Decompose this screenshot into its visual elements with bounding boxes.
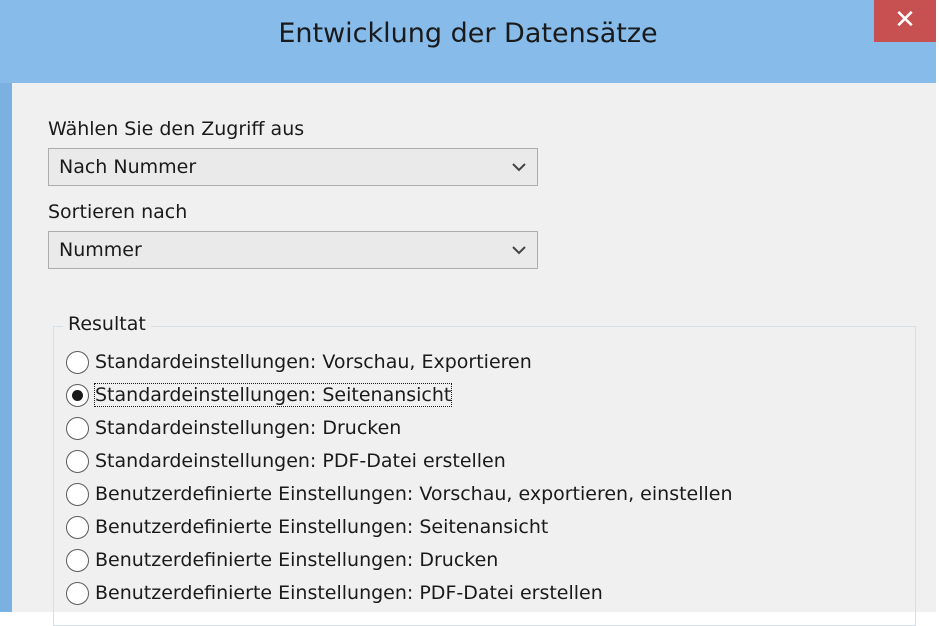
result-option[interactable]: Benutzerdefinierte Einstellungen: Vorsch… [66,479,733,509]
access-label: Wählen Sie den Zugriff aus [48,118,305,140]
dialog-window: Entwicklung der Datensätze ✕ Wählen Sie … [0,0,936,626]
radio-button[interactable] [66,581,89,605]
result-option[interactable]: Standardeinstellungen: PDF-Datei erstell… [66,446,506,476]
result-option[interactable]: Standardeinstellungen: Vorschau, Exporti… [66,347,532,377]
chevron-down-icon [512,246,526,255]
result-option-label: Standardeinstellungen: Seitenansicht [93,383,453,407]
radio-button[interactable] [66,350,89,374]
result-option[interactable]: Standardeinstellungen: Drucken [66,413,401,443]
radio-button[interactable] [66,482,89,506]
result-option-label: Standardeinstellungen: Vorschau, Exporti… [95,351,532,373]
result-option[interactable]: Benutzerdefinierte Einstellungen: Seiten… [66,512,548,542]
result-option-label: Benutzerdefinierte Einstellungen: Vorsch… [95,483,733,505]
radio-button[interactable] [66,416,89,440]
sort-dropdown-value: Nummer [59,239,142,261]
sort-dropdown[interactable]: Nummer [48,231,538,269]
title-bar[interactable]: Entwicklung der Datensätze ✕ [0,0,936,83]
radio-button[interactable] [66,548,89,572]
access-dropdown[interactable]: Nach Nummer [48,148,538,186]
close-icon: ✕ [894,5,916,35]
result-option[interactable]: Benutzerdefinierte Einstellungen: Drucke… [66,545,498,575]
radio-button-selected[interactable] [66,383,89,407]
radio-button[interactable] [66,449,89,473]
result-option-label: Benutzerdefinierte Einstellungen: Seiten… [95,516,549,538]
dialog-content: Wählen Sie den Zugriff aus Nach Nummer S… [12,83,936,626]
result-option[interactable]: Benutzerdefinierte Einstellungen: PDF-Da… [66,578,603,608]
result-option[interactable]: Standardeinstellungen: Seitenansicht [66,380,453,410]
access-dropdown-value: Nach Nummer [59,156,197,178]
chevron-down-icon [512,163,526,172]
result-option-label: Standardeinstellungen: Drucken [95,417,402,439]
close-button[interactable]: ✕ [874,0,936,42]
result-group-label: Resultat [63,313,151,335]
radio-button[interactable] [66,515,89,539]
result-option-label: Benutzerdefinierte Einstellungen: Drucke… [95,549,499,571]
result-option-label: Standardeinstellungen: PDF-Datei erstell… [95,450,506,472]
result-option-label: Benutzerdefinierte Einstellungen: PDF-Da… [95,582,603,604]
sort-label: Sortieren nach [48,201,188,223]
window-title: Entwicklung der Datensätze [278,18,658,49]
